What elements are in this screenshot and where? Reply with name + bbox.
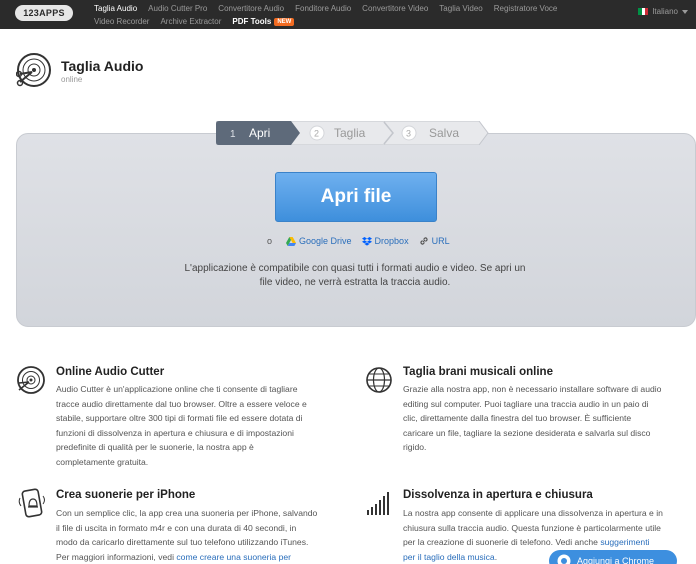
- new-badge: NEW: [274, 17, 295, 26]
- text-line: Per maggiori informazioni, vedi come cre…: [56, 550, 351, 564]
- url-link[interactable]: URL: [419, 236, 450, 246]
- phone-bell-icon: [18, 488, 45, 518]
- text-line: il file di uscita in formato m4r e con u…: [56, 522, 297, 533]
- nav-audio-cutter-pro[interactable]: Audio Cutter Pro: [148, 4, 207, 13]
- compat-line-1: L'applicazione è compatibile con quasi t…: [184, 263, 526, 274]
- vinyl-icon: [17, 366, 45, 394]
- text-line: completamente gratuita.: [56, 456, 149, 467]
- add-to-chrome-label: Aggiungi a Chrome: [577, 556, 655, 564]
- nav-archive-extractor[interactable]: Archive Extractor: [160, 17, 221, 26]
- google-drive-label: Google Drive: [299, 236, 352, 246]
- chevron-down-icon: [682, 9, 688, 14]
- text-line: funzioni di dissolvenza in apertura e ch…: [56, 427, 294, 438]
- step-3-label: Salva: [429, 126, 459, 140]
- step-3-number: 3: [406, 129, 411, 139]
- step-1-label[interactable]: Apri: [249, 126, 270, 140]
- vinyl-scissors-icon: [16, 53, 51, 87]
- globe-icon: [366, 367, 392, 393]
- feature-title-suonerie: Crea suonerie per iPhone: [56, 489, 196, 501]
- dropbox-icon: [361, 236, 372, 246]
- nav-video-recorder[interactable]: Video Recorder: [94, 17, 149, 26]
- add-to-chrome-button[interactable]: Aggiungi a Chrome: [549, 550, 677, 564]
- link-icon: [419, 237, 428, 245]
- text-line: modo da caricarlo direttamente sul tuo t…: [56, 537, 309, 548]
- text-line: chiusura sulla traccia audio. Questa fun…: [403, 522, 661, 533]
- chrome-icon: [557, 554, 571, 564]
- upload-panel: [16, 133, 696, 327]
- or-label: o: [267, 236, 273, 246]
- text-line: Audio Cutter è un'applicazione online ch…: [56, 384, 298, 394]
- dropbox-label: Dropbox: [374, 236, 409, 246]
- text-fragment: per la creazione di suonerie di telefono…: [403, 537, 601, 548]
- text-line: caricare un file, tagliare la sezione de…: [403, 427, 651, 438]
- text-line: Con un semplice clic, la app crea una su…: [56, 508, 318, 518]
- language-selector[interactable]: Italiano: [638, 7, 688, 16]
- text-line: La nostra app consente di applicare una …: [403, 508, 663, 518]
- feature-title-audio-cutter: Online Audio Cutter: [56, 366, 165, 378]
- text-line: clic, direttamente dalla finestra del tu…: [403, 413, 632, 424]
- url-label: URL: [431, 236, 450, 246]
- file-sources: o Google Drive Dropbox URL: [267, 236, 450, 246]
- fade-bars-icon: [367, 492, 389, 515]
- nav-row-2: Video Recorder Archive Extractor PDF Too…: [94, 15, 634, 27]
- page-subtitle: online: [61, 75, 83, 84]
- nav-registratore-voce[interactable]: Registratore Voce: [494, 4, 558, 13]
- step-2-number: 2: [314, 129, 319, 139]
- nav-convertitore-audio[interactable]: Convertitore Audio: [218, 4, 284, 13]
- text-line: predefinite di qualità per le suonerie, …: [56, 442, 254, 453]
- nav-pdf-tools[interactable]: PDF Tools NEW: [232, 16, 295, 26]
- dropbox-link[interactable]: Dropbox: [361, 236, 409, 246]
- feature-title-taglia-brani: Taglia brani musicali online: [403, 366, 553, 378]
- compatibility-text: L'applicazione è compatibile con quasi t…: [150, 262, 560, 289]
- language-label: Italiano: [652, 7, 678, 16]
- feature-text-suonerie: Con un semplice clic, la app crea una su…: [56, 506, 351, 564]
- steps-wizard: 1 Apri 2 Taglia 3 Salva: [216, 121, 489, 145]
- compat-line-2: file video, ne verrà estratta la traccia…: [259, 276, 451, 288]
- google-drive-link[interactable]: Google Drive: [286, 236, 352, 246]
- nav-fonditore-audio[interactable]: Fonditore Audio: [295, 4, 351, 13]
- app-nav: Taglia Audio Audio Cutter Pro Convertito…: [94, 2, 634, 27]
- google-drive-icon: [286, 236, 297, 246]
- top-navigation-bar: 123APPS Taglia Audio Audio Cutter Pro Co…: [0, 0, 696, 29]
- open-file-button[interactable]: Apri file: [275, 172, 437, 222]
- nav-row-1: Taglia Audio Audio Cutter Pro Convertito…: [94, 2, 634, 14]
- tips-link[interactable]: suggerimenti: [600, 537, 649, 547]
- text-line: rigido.: [403, 442, 427, 453]
- nav-pdf-tools-label: PDF Tools: [232, 16, 272, 26]
- ringtone-guide-link[interactable]: come creare una suoneria per: [176, 552, 291, 562]
- text-line: tracce audio direttamente dal tuo browse…: [56, 398, 307, 409]
- text-line: Grazie alla nostra app, non è necessario…: [403, 384, 662, 394]
- feature-text-taglia-brani: Grazie alla nostra app, non è necessario…: [403, 382, 693, 455]
- nav-convertitore-video[interactable]: Convertitore Video: [362, 4, 428, 13]
- text-line: stabile, supportare oltre 300 tipi di fo…: [56, 413, 303, 424]
- step-1-number: 1: [230, 129, 236, 140]
- logo-123apps[interactable]: 123APPS: [15, 5, 73, 21]
- text-line: editing sul computer. Puoi tagliare una …: [403, 398, 649, 409]
- italy-flag-icon: [638, 8, 649, 15]
- page-title: Taglia Audio: [61, 58, 144, 74]
- nav-taglia-video[interactable]: Taglia Video: [439, 4, 482, 13]
- step-2-label: Taglia: [334, 126, 366, 140]
- feature-title-dissolvenza: Dissolvenza in apertura e chiusura: [403, 489, 593, 501]
- text-line: per la creazione di suonerie di telefono…: [403, 535, 695, 550]
- text-fragment: Per maggiori informazioni, vedi: [56, 551, 177, 562]
- music-cutting-link[interactable]: per il taglio della musica: [403, 552, 495, 562]
- feature-text-audio-cutter: Audio Cutter è un'applicazione online ch…: [56, 382, 346, 470]
- text-fragment: .: [494, 551, 498, 562]
- nav-taglia-audio[interactable]: Taglia Audio: [94, 4, 137, 13]
